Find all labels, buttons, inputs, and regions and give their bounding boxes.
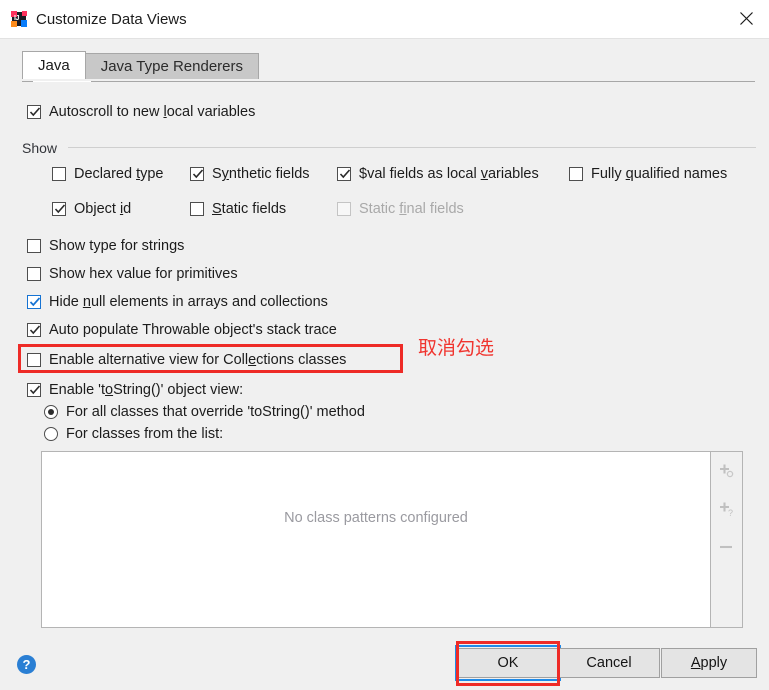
plus-circle-icon[interactable] — [711, 456, 741, 486]
checkbox-label: Hide null elements in arrays and collect… — [49, 294, 328, 310]
checkbox-label: Static final fields — [359, 201, 464, 217]
checkbox-label: Enable alternative view for Collections … — [49, 352, 347, 368]
radio-for-all-classes-override[interactable]: For all classes that override 'toString(… — [44, 404, 365, 420]
checkbox-label: Declared type — [74, 166, 164, 182]
help-icon[interactable]: ? — [17, 655, 36, 674]
checkbox-box[interactable] — [190, 202, 204, 216]
class-patterns-empty-text: No class patterns configured — [284, 510, 468, 526]
tab-active-underline — [33, 81, 91, 82]
show-group-separator — [68, 147, 756, 148]
annotation-uncheck-note: 取消勾选 — [418, 337, 495, 359]
tab-java-type-renderers[interactable]: Java Type Renderers — [85, 53, 259, 79]
close-icon[interactable] — [723, 0, 769, 37]
checkbox-static-final-fields: Static final fields — [337, 201, 464, 217]
checkbox-box[interactable] — [52, 167, 66, 181]
window-title-bar: IJ Customize Data Views — [0, 0, 769, 39]
checkbox-autoscroll-to-new-local-variables[interactable]: Autoscroll to new local variables — [27, 104, 255, 120]
minus-icon[interactable] — [711, 532, 741, 562]
checkbox-box[interactable] — [27, 105, 41, 119]
checkmark-icon — [29, 106, 41, 119]
checkbox-fully-qualified-names[interactable]: Fully qualified names — [569, 166, 727, 182]
checkmark-icon — [29, 296, 41, 309]
checkbox-box[interactable] — [27, 383, 41, 397]
radio-button[interactable] — [44, 427, 58, 441]
checkbox-auto-populate-throwable[interactable]: Auto populate Throwable object's stack t… — [27, 322, 337, 338]
checkbox-box[interactable] — [27, 323, 41, 337]
cancel-button[interactable]: Cancel — [558, 648, 660, 678]
checkbox-label: Fully qualified names — [591, 166, 728, 182]
radio-button[interactable] — [44, 405, 58, 419]
tab-strip: Java Java Type Renderers — [0, 38, 769, 82]
checkbox-box[interactable] — [27, 267, 41, 281]
radio-dot — [48, 409, 54, 415]
checkbox-label: Autoscroll to new local variables — [49, 104, 256, 120]
checkbox-object-id[interactable]: Object id — [52, 201, 131, 217]
checkbox-static-fields[interactable]: Static fields — [190, 201, 286, 217]
checkmark-icon — [29, 384, 41, 397]
class-patterns-toolbar: ? — [711, 451, 743, 628]
checkbox-box[interactable] — [190, 167, 204, 181]
checkbox-box[interactable] — [27, 295, 41, 309]
checkbox-box[interactable] — [27, 353, 41, 367]
checkmark-icon — [54, 203, 66, 216]
radio-label: For all classes that override 'toString(… — [66, 404, 365, 420]
checkbox-label: Show type for strings — [49, 238, 185, 254]
plus-question-icon[interactable]: ? — [711, 494, 741, 524]
window-title: Customize Data Views — [36, 10, 187, 28]
checkbox-label: Auto populate Throwable object's stack t… — [49, 322, 337, 338]
checkbox-val-fields-as-local-variables[interactable]: $val fields as local variables — [337, 166, 539, 182]
checkbox-label: Synthetic fields — [212, 166, 310, 182]
tab-underline — [22, 81, 755, 82]
apply-button[interactable]: Apply — [661, 648, 757, 678]
ok-button[interactable]: OK — [455, 645, 561, 681]
tab-java[interactable]: Java — [22, 51, 86, 79]
checkbox-label: Object id — [74, 201, 132, 217]
svg-text:?: ? — [728, 508, 733, 518]
checkbox-box[interactable] — [52, 202, 66, 216]
checkbox-synthetic-fields[interactable]: Synthetic fields — [190, 166, 310, 182]
checkmark-icon — [339, 168, 351, 181]
checkmark-icon — [192, 168, 204, 181]
checkbox-label: Show hex value for primitives — [49, 266, 238, 282]
checkbox-box[interactable] — [337, 167, 351, 181]
intellij-idea-icon: IJ — [11, 11, 27, 27]
checkbox-box — [337, 202, 351, 216]
checkbox-show-type-for-strings[interactable]: Show type for strings — [27, 238, 184, 254]
checkbox-label: Enable 'toString()' object view: — [49, 382, 244, 398]
checkbox-label: Static fields — [212, 201, 287, 217]
radio-for-classes-from-list[interactable]: For classes from the list: — [44, 426, 223, 442]
checkbox-enable-alternative-collections-view[interactable]: Enable alternative view for Collections … — [27, 352, 346, 368]
checkmark-icon — [29, 324, 41, 337]
checkbox-label: $val fields as local variables — [359, 166, 539, 182]
checkbox-declared-type[interactable]: Declared type — [52, 166, 163, 182]
checkbox-box[interactable] — [569, 167, 583, 181]
checkbox-box[interactable] — [27, 239, 41, 253]
checkbox-enable-tostring-object-view[interactable]: Enable 'toString()' object view: — [27, 382, 243, 398]
show-group-label: Show — [22, 140, 58, 156]
checkbox-show-hex-value-for-primitives[interactable]: Show hex value for primitives — [27, 266, 238, 282]
radio-label: For classes from the list: — [66, 426, 224, 442]
checkbox-hide-null-elements[interactable]: Hide null elements in arrays and collect… — [27, 294, 328, 310]
class-patterns-list[interactable]: No class patterns configured — [41, 451, 711, 628]
